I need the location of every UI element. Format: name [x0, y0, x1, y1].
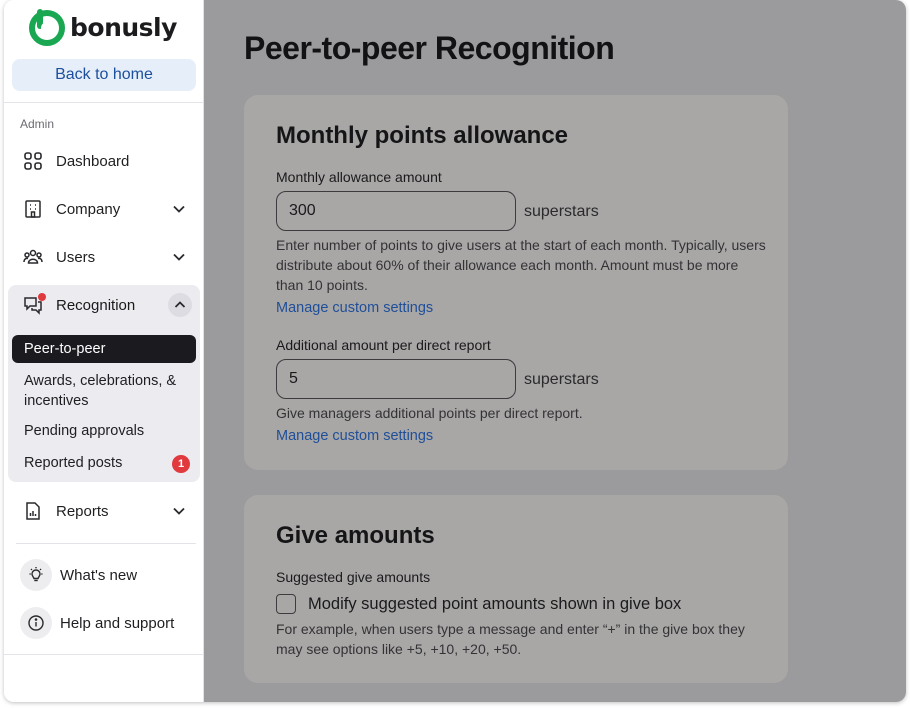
brand-name: bonusly	[70, 12, 177, 42]
monthly-allowance-card: Monthly points allowance Monthly allowan…	[244, 95, 788, 470]
unit-label: superstars	[524, 203, 599, 220]
sidebar-subitem-label: Reported posts	[24, 455, 123, 471]
back-to-home-button[interactable]: Back to home	[12, 59, 196, 91]
give-amounts-card: Give amounts Suggested give amounts Modi…	[244, 495, 788, 683]
sidebar-divider	[4, 102, 204, 103]
modify-suggested-amounts-checkbox[interactable]	[276, 594, 296, 614]
additional-amount-help: Give managers additional points per dire…	[276, 405, 583, 421]
monthly-allowance-input[interactable]: 300	[276, 191, 516, 231]
sidebar-subitem-reported-posts[interactable]: Reported posts 1	[12, 455, 196, 473]
sidebar-item-label: Dashboard	[56, 152, 130, 170]
give-amounts-help: For example, when users type a message a…	[276, 621, 745, 657]
bonusly-logo-icon	[29, 9, 65, 46]
chevron-down-icon[interactable]	[170, 502, 188, 520]
sidebar-item-company[interactable]: Company	[8, 189, 200, 229]
sidebar-item-users[interactable]: Users	[8, 237, 200, 277]
sidebar-item-help-and-support[interactable]: Help and support	[8, 603, 200, 643]
users-icon	[22, 246, 44, 268]
additional-amount-label: Additional amount per direct report	[276, 337, 491, 353]
additional-amount-input[interactable]: 5	[276, 359, 516, 399]
card-title: Monthly points allowance	[276, 122, 569, 149]
recognition-group: Recognition Peer-to-peer Awards, celebra…	[8, 285, 200, 482]
app-window: bonusly Back to home Admin Dashboard Com…	[4, 0, 906, 702]
main-content: Peer-to-peer Recognition Monthly points …	[204, 0, 906, 702]
sidebar-item-dashboard[interactable]: Dashboard	[8, 141, 200, 181]
sidebar-item-whats-new[interactable]: What's new	[8, 555, 200, 595]
chevron-down-icon[interactable]	[170, 248, 188, 266]
monthly-allowance-label: Monthly allowance amount	[276, 169, 442, 185]
sidebar-item-label: Reports	[56, 502, 109, 520]
reported-posts-badge: 1	[172, 455, 190, 473]
sidebar-item-label: What's new	[60, 566, 138, 584]
chevron-down-icon[interactable]	[170, 200, 188, 218]
lightbulb-icon	[20, 559, 52, 591]
bonusly-logo[interactable]: bonusly	[26, 7, 177, 47]
sidebar-item-label: Company	[56, 200, 121, 218]
sidebar-item-reports[interactable]: Reports	[8, 491, 200, 531]
sidebar-divider	[4, 654, 204, 655]
sidebar-item-recognition[interactable]: Recognition	[8, 285, 200, 325]
report-icon	[22, 500, 44, 522]
chevron-up-icon[interactable]	[168, 293, 192, 317]
sidebar: bonusly Back to home Admin Dashboard Com…	[4, 0, 204, 702]
page-title: Peer-to-peer Recognition	[244, 30, 615, 66]
sidebar-item-label: Recognition	[56, 296, 136, 314]
sidebar-subitem-peer-to-peer[interactable]: Peer-to-peer	[12, 335, 196, 363]
suggested-give-amounts-label: Suggested give amounts	[276, 569, 431, 585]
card-title: Give amounts	[276, 522, 435, 549]
sidebar-item-label: Help and support	[60, 614, 175, 632]
sidebar-subitem-pending-approvals[interactable]: Pending approvals	[12, 423, 196, 439]
unit-label: superstars	[524, 371, 599, 388]
monthly-allowance-help: Enter number of points to give users at …	[276, 237, 766, 293]
sidebar-divider	[16, 543, 196, 544]
sidebar-subitem-awards[interactable]: Awards, celebrations, & incentives	[12, 371, 182, 411]
notification-dot	[38, 293, 46, 301]
grid-icon	[22, 150, 44, 172]
admin-section-label: Admin	[20, 117, 55, 131]
checkbox-label[interactable]: Modify suggested point amounts shown in …	[308, 595, 681, 614]
manage-custom-settings-link[interactable]: Manage custom settings	[276, 300, 433, 316]
info-icon	[20, 607, 52, 639]
building-icon	[22, 198, 44, 220]
manage-custom-settings-link[interactable]: Manage custom settings	[276, 428, 433, 444]
sidebar-item-label: Users	[56, 248, 96, 266]
chat-bubbles-icon	[22, 293, 46, 316]
